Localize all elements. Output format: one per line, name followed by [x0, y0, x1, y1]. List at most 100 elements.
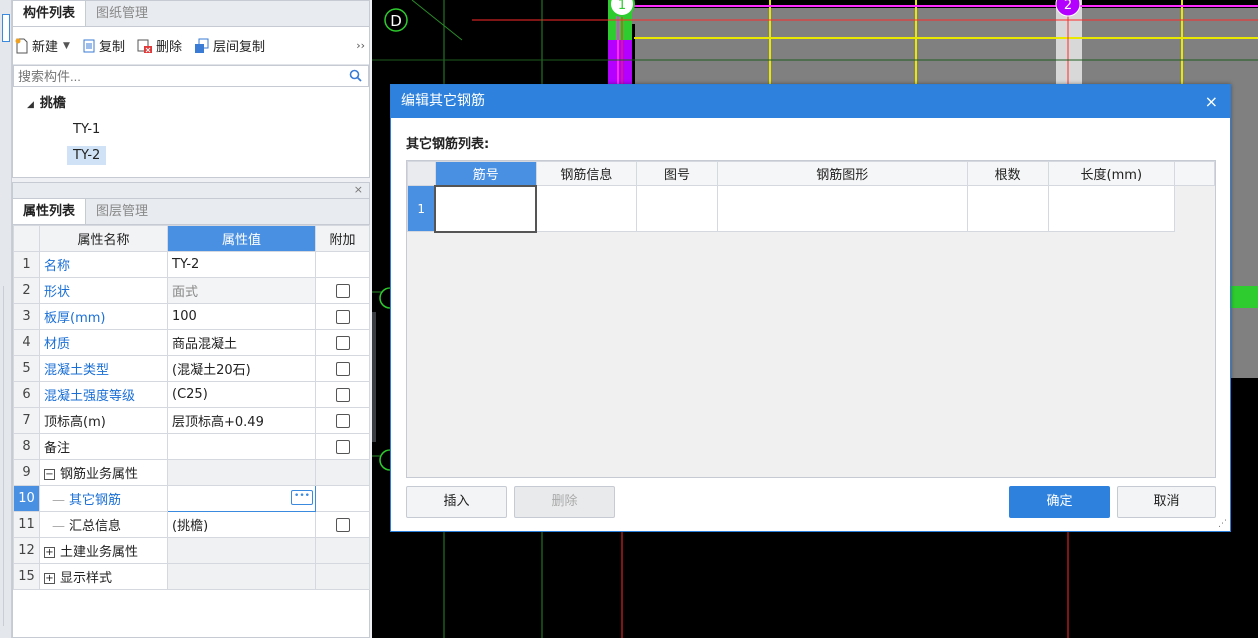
- cell-rebar-shape[interactable]: [716, 185, 968, 232]
- table-row[interactable]: 8 备注: [13, 433, 370, 460]
- new-button[interactable]: 新建 ▼: [15, 36, 70, 55]
- table-row[interactable]: 11 — 汇总信息 (挑檐): [13, 511, 370, 538]
- tab-component-list[interactable]: 构件列表: [13, 1, 87, 26]
- column-header-figure-number[interactable]: 图号: [636, 161, 718, 186]
- table-row-group[interactable]: 12 + 土建业务属性: [13, 537, 370, 564]
- chevron-down-icon[interactable]: ▼: [63, 41, 70, 51]
- property-value[interactable]: [167, 433, 316, 460]
- floor-copy-button-label: 层间复制: [212, 40, 265, 55]
- delete-button[interactable]: 删除: [514, 486, 615, 518]
- search-input[interactable]: [14, 66, 334, 86]
- panel-splitter[interactable]: [372, 312, 376, 442]
- rebar-header-row: 筋号 钢筋信息 图号 钢筋图形 根数 长度(mm): [407, 161, 1215, 186]
- ellipsis-button[interactable]: •••: [291, 490, 313, 505]
- close-icon[interactable]: ×: [1205, 85, 1218, 118]
- property-value[interactable]: (挑檐): [167, 511, 316, 538]
- expand-icon[interactable]: +: [44, 573, 55, 584]
- collapse-icon[interactable]: −: [44, 469, 55, 480]
- cell-rebar-info[interactable]: [535, 185, 638, 232]
- table-row[interactable]: 7 顶标高(m) 层顶标高+0.49: [13, 407, 370, 434]
- property-value[interactable]: 100: [167, 303, 316, 330]
- header-corner: [407, 161, 436, 186]
- property-value: [167, 563, 316, 590]
- table-row[interactable]: 2 形状 面式: [13, 277, 370, 304]
- property-group-label: 钢筋业务属性: [60, 467, 139, 482]
- extra-checkbox[interactable]: [335, 413, 350, 428]
- cell-figure-number[interactable]: [636, 185, 718, 232]
- extra-checkbox[interactable]: [335, 283, 350, 298]
- property-value[interactable]: 层顶标高+0.49: [167, 407, 316, 434]
- column-header-count[interactable]: 根数: [966, 161, 1049, 186]
- table-row[interactable]: 1: [407, 184, 1215, 233]
- expand-icon[interactable]: +: [44, 547, 55, 558]
- cell-bar-number[interactable]: [434, 184, 538, 233]
- tree-line: —: [52, 519, 65, 534]
- property-group-label: 土建业务属性: [60, 545, 139, 560]
- property-name: 备注: [39, 433, 168, 460]
- table-row-selected[interactable]: 10 — 其它钢筋 •••: [13, 485, 370, 512]
- extra-checkbox[interactable]: [335, 387, 350, 402]
- property-value[interactable]: (混凝土20石): [167, 355, 316, 382]
- extra-checkbox[interactable]: [335, 517, 350, 532]
- tree-item-ty-1[interactable]: TY-1: [13, 117, 369, 143]
- property-value[interactable]: (C25): [167, 381, 316, 408]
- tab-layer-management[interactable]: 图层管理: [86, 199, 158, 224]
- extra-checkbox[interactable]: [335, 361, 350, 376]
- extra-cell: [315, 381, 370, 408]
- tab-drawing-management[interactable]: 图纸管理: [86, 1, 158, 26]
- column-header-length[interactable]: 长度(mm): [1047, 161, 1176, 186]
- extra-cell: [315, 563, 370, 590]
- property-value[interactable]: TY-2: [167, 251, 316, 278]
- ok-button[interactable]: 确定: [1009, 486, 1110, 518]
- table-row-group[interactable]: 9 − 钢筋业务属性: [13, 459, 370, 486]
- rebar-table: 筋号 钢筋信息 图号 钢筋图形 根数 长度(mm) 1: [407, 161, 1215, 233]
- tree-root-node[interactable]: ◢ 挑檐: [13, 91, 369, 117]
- cancel-button[interactable]: 取消: [1117, 486, 1216, 518]
- extra-cell: [315, 355, 370, 382]
- insert-button[interactable]: 插入: [406, 486, 507, 518]
- row-index: 12: [13, 537, 40, 564]
- property-group-label: 显示样式: [60, 571, 113, 586]
- property-name-label: 其它钢筋: [69, 493, 122, 508]
- new-button-label: 新建: [32, 40, 59, 55]
- column-header-rebar-shape[interactable]: 钢筋图形: [716, 161, 968, 186]
- column-header-bar-number[interactable]: 筋号: [434, 161, 537, 186]
- more-icon[interactable]: ››: [356, 39, 365, 52]
- table-row[interactable]: 5 混凝土类型 (混凝土20石): [13, 355, 370, 382]
- table-row-group[interactable]: 15 + 显示样式: [13, 563, 370, 590]
- property-value-editor[interactable]: •••: [167, 485, 316, 512]
- property-name: 混凝土类型: [39, 355, 168, 382]
- tree-item-ty-2[interactable]: TY-2: [13, 143, 369, 169]
- extra-cell: [315, 485, 370, 512]
- table-row[interactable]: 1 名称 TY-2: [13, 251, 370, 278]
- row-index: 1: [407, 185, 436, 232]
- extra-checkbox[interactable]: [335, 335, 350, 350]
- search-icon[interactable]: [349, 69, 362, 82]
- copy-button[interactable]: 复制: [82, 36, 125, 55]
- new-file-icon: [15, 38, 28, 53]
- expand-triangle-icon[interactable]: ◢: [27, 92, 34, 118]
- close-icon[interactable]: ×: [354, 183, 363, 197]
- side-rail-tab[interactable]: [2, 14, 10, 42]
- cell-length[interactable]: [1047, 185, 1176, 232]
- table-row[interactable]: 3 板厚(mm) 100: [13, 303, 370, 330]
- dialog-titlebar[interactable]: 编辑其它钢筋 ×: [391, 85, 1230, 118]
- property-value[interactable]: 商品混凝土: [167, 329, 316, 356]
- header-extra: 附加: [315, 225, 370, 252]
- tab-property-list[interactable]: 属性列表: [13, 199, 87, 224]
- table-row[interactable]: 6 混凝土强度等级 (C25): [13, 381, 370, 408]
- header-property-value: 属性值: [167, 225, 316, 252]
- extra-checkbox[interactable]: [335, 439, 350, 454]
- resize-grip-icon[interactable]: ⋰: [1218, 519, 1227, 529]
- component-panel-tabs: 构件列表 图纸管理: [13, 1, 369, 27]
- axis-label-d: D: [390, 12, 402, 30]
- extra-cell: [315, 329, 370, 356]
- table-row[interactable]: 4 材质 商品混凝土: [13, 329, 370, 356]
- component-toolbar: 新建 ▼ 复制 删除 层间复制 ››: [13, 27, 369, 65]
- cell-count[interactable]: [966, 185, 1049, 232]
- floor-copy-button[interactable]: 层间复制: [194, 36, 265, 55]
- column-header-rebar-info[interactable]: 钢筋信息: [535, 161, 638, 186]
- extra-checkbox[interactable]: [335, 309, 350, 324]
- delete-button[interactable]: 删除: [137, 36, 182, 55]
- property-table: 属性名称 属性值 附加 1 名称 TY-2 2 形状 面式 3 板厚(mm) 1…: [13, 225, 370, 590]
